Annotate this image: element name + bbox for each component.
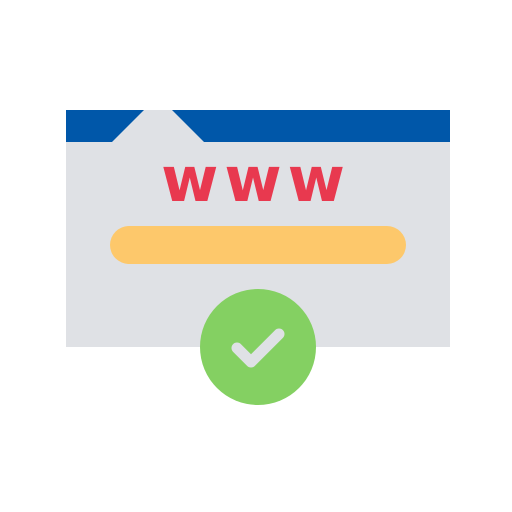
browser-title-bar (66, 110, 450, 142)
verified-badge (200, 289, 316, 405)
address-bar (110, 226, 406, 264)
www-text: www (161, 143, 351, 216)
checkmark-icon (231, 328, 285, 368)
verified-website-illustration: www (0, 0, 512, 512)
